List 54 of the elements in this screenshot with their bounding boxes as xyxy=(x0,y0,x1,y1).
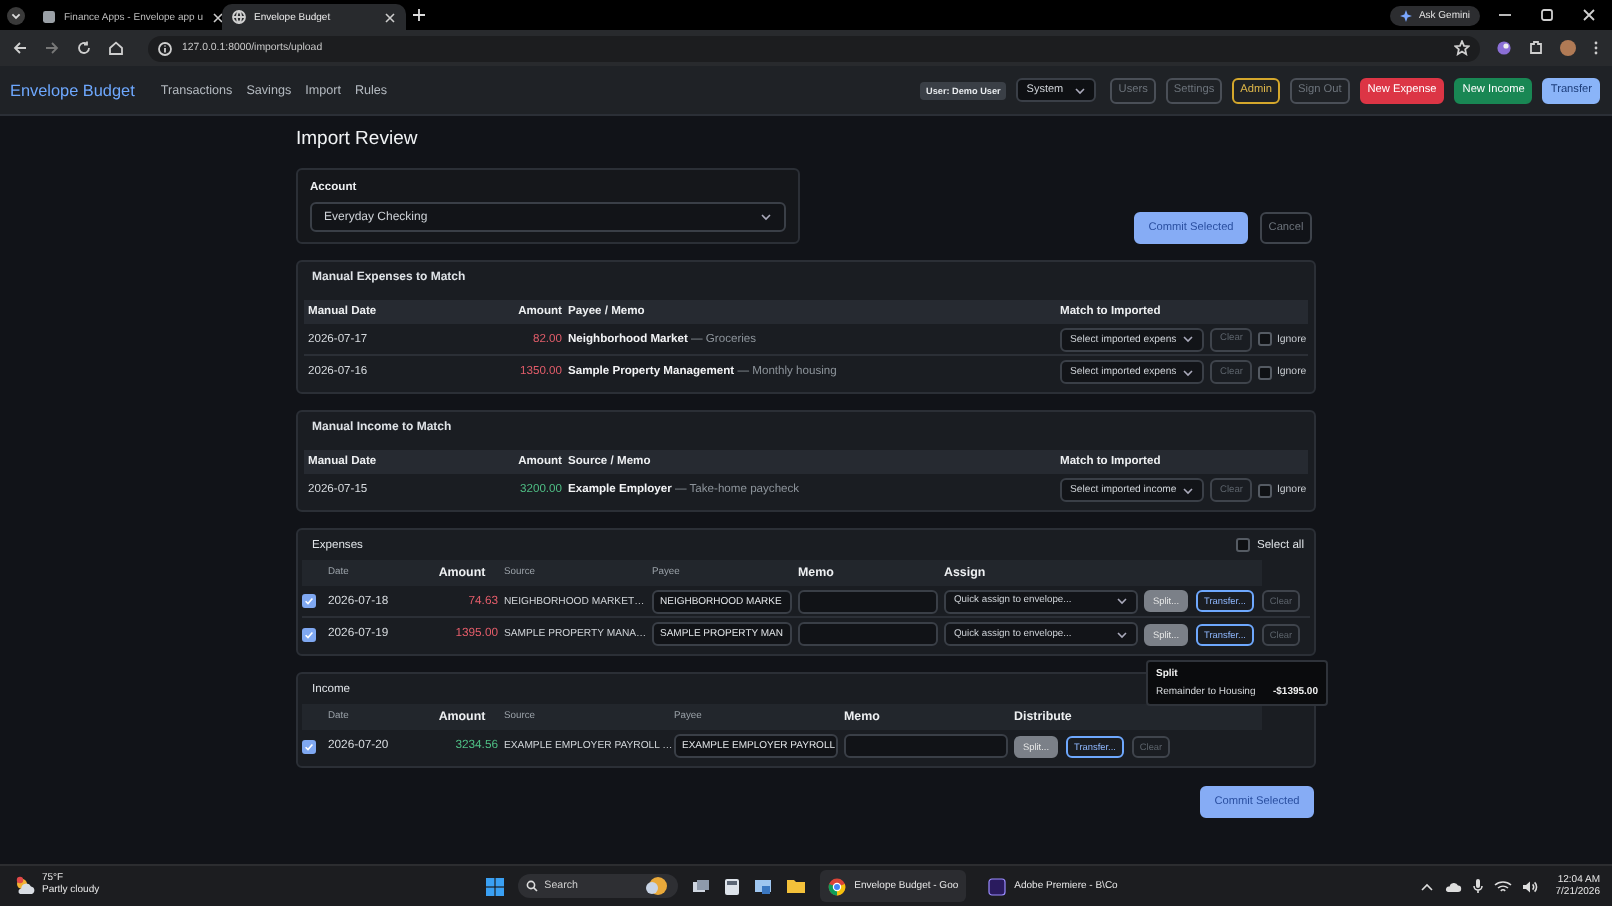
site-info-icon[interactable] xyxy=(158,41,172,55)
folder-icon[interactable] xyxy=(786,878,807,894)
chevron-icon xyxy=(1182,485,1194,495)
close-icon[interactable] xyxy=(384,11,396,23)
checkbox[interactable] xyxy=(1258,483,1273,497)
checkbox[interactable] xyxy=(302,627,316,641)
checkbox[interactable] xyxy=(1258,332,1273,346)
checkbox[interactable] xyxy=(1258,365,1273,379)
chevron-up-icon[interactable] xyxy=(1419,879,1434,893)
chevron-icon xyxy=(1116,596,1128,606)
chevron-icon xyxy=(1182,367,1194,377)
star-icon[interactable] xyxy=(1454,40,1470,56)
chevron-icon xyxy=(760,212,772,222)
maximize-icon[interactable] xyxy=(1540,8,1554,22)
speaker-icon[interactable] xyxy=(1521,879,1538,893)
memo-field[interactable] xyxy=(844,734,1008,758)
search-icon xyxy=(526,880,539,892)
checkbox[interactable] xyxy=(302,739,316,753)
new-tab-icon[interactable] xyxy=(412,8,426,22)
calculator-icon[interactable] xyxy=(724,877,741,895)
wifi-icon[interactable] xyxy=(1493,879,1512,893)
chevron-icon xyxy=(1116,629,1128,639)
brand-link[interactable]: Envelope Budget xyxy=(10,81,135,99)
search-highlight-icon xyxy=(642,876,671,896)
memo-field[interactable] xyxy=(798,589,938,613)
monitor-icon[interactable] xyxy=(754,877,773,895)
checkbox[interactable] xyxy=(1236,538,1251,552)
globe-icon xyxy=(232,10,246,24)
windows-icon[interactable] xyxy=(486,877,505,895)
chevron-icon xyxy=(1182,334,1194,344)
menu-icon[interactable] xyxy=(1592,40,1600,56)
puzzle-icon[interactable] xyxy=(1528,40,1544,56)
chrome-icon xyxy=(828,877,847,895)
tab-list-icon[interactable] xyxy=(6,5,26,25)
weather-icon xyxy=(14,876,36,896)
back-icon[interactable] xyxy=(12,40,28,56)
avatar-icon[interactable] xyxy=(1560,40,1576,56)
sparkle-icon xyxy=(1400,9,1413,21)
task-view-icon[interactable] xyxy=(692,877,711,895)
forward-icon[interactable] xyxy=(44,40,60,56)
home-icon[interactable] xyxy=(108,40,124,56)
microphone-icon[interactable] xyxy=(1471,878,1484,894)
extension-icon[interactable] xyxy=(1496,40,1512,56)
minimize-icon[interactable] xyxy=(1498,8,1512,22)
memo-field[interactable] xyxy=(798,622,938,646)
checkbox[interactable] xyxy=(302,594,316,608)
chevron-icon xyxy=(1074,85,1087,95)
page-title: Import Review xyxy=(296,128,420,152)
page-icon xyxy=(42,10,56,24)
app-icon xyxy=(988,877,1007,895)
reload-icon[interactable] xyxy=(76,40,92,56)
close-icon[interactable] xyxy=(1582,8,1596,22)
cloud-icon[interactable] xyxy=(1443,879,1462,893)
close-icon[interactable] xyxy=(211,11,223,23)
